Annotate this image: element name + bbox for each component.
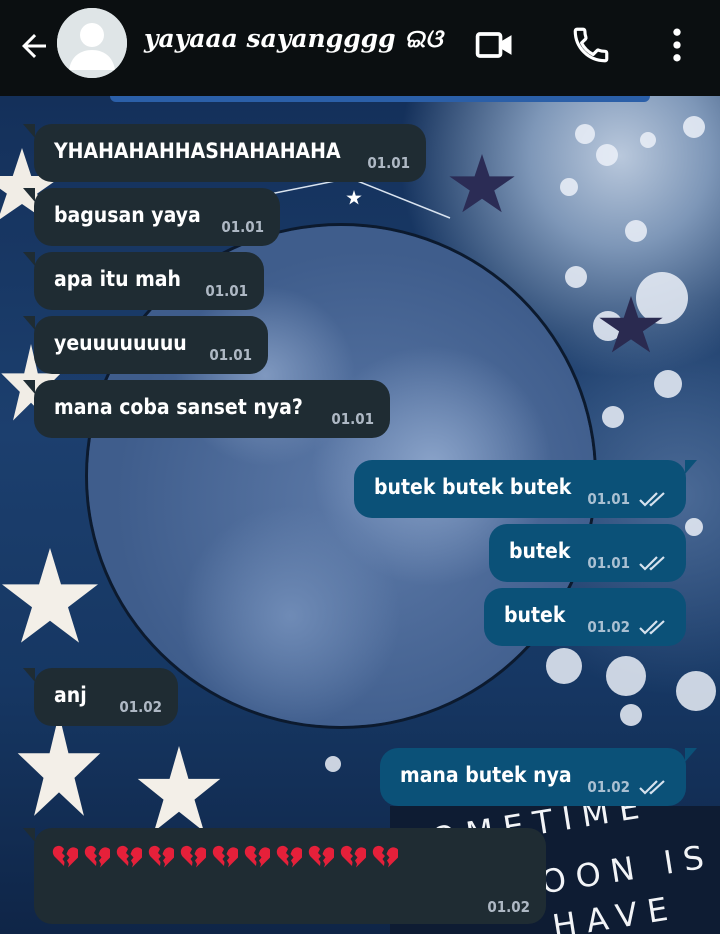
bokeh-dot [683,116,705,138]
bokeh-dot [636,272,688,324]
message-time: 01.01 [587,554,630,572]
broken-heart-icon [84,845,110,868]
bokeh-dot [546,648,582,684]
bokeh-dot [596,144,618,166]
broken-heart-icon [180,845,206,868]
emoji-message [52,844,404,868]
double-check-icon [639,492,665,507]
message-time: 01.01 [331,410,374,428]
message-time: 01.01 [205,282,248,300]
avatar[interactable] [57,8,127,78]
message-bubble-incoming[interactable]: yeuuuuuuuu 01.01 [23,316,268,374]
message-time: 01.01 [221,218,264,236]
bokeh-dot [602,406,624,428]
broken-heart-icon [340,845,366,868]
message-text: YHAHAHAHHASHAHAHAHA [54,139,341,163]
broken-heart-icon [116,845,142,868]
broken-heart-icon [244,845,270,868]
avatar-placeholder-icon [57,8,127,78]
message-text: butek [504,603,566,627]
more-options-button[interactable] [654,22,700,68]
broken-heart-icon [308,845,334,868]
back-arrow-icon [22,34,46,58]
broken-heart-icon [148,845,174,868]
message-bubble-outgoing[interactable]: butek 01.02 [484,588,686,646]
star-decoration [17,714,101,816]
message-time: 01.02 [119,698,162,716]
message-time: 01.01 [209,346,252,364]
message-bubble-outgoing[interactable]: butek butek butek 01.01 [354,460,697,518]
wallpaper-band [110,96,650,102]
broken-heart-icon [212,845,238,868]
message-bubble-outgoing[interactable]: mana butek nya 01.02 [380,748,697,806]
message-text: butek [509,539,571,563]
voice-call-button[interactable] [568,22,614,68]
broken-heart-icon [52,845,78,868]
double-check-icon [639,620,665,635]
message-time: 01.02 [587,618,630,636]
bokeh-dot [606,656,646,696]
broken-heart-icon [276,845,302,868]
bokeh-dot [565,266,587,288]
bokeh-dot [620,704,642,726]
message-time: 01.01 [587,490,630,508]
constellation-lines [270,177,451,219]
message-text: mana butek nya [400,763,572,787]
bokeh-dot [676,671,716,711]
message-text: mana coba sanset nya? [54,395,303,419]
message-text: yeuuuuuuuu [54,331,187,355]
bokeh-dot [325,756,341,772]
bokeh-dot [575,124,595,144]
message-text: anj [54,683,87,707]
video-call-button[interactable] [472,22,518,68]
bokeh-dot [625,220,647,242]
star-decoration [137,746,221,832]
message-time: 01.02 [487,898,530,916]
message-bubble-incoming[interactable]: anj 01.02 [23,668,178,726]
star-decoration [2,548,98,643]
message-text: bagusan yaya [54,203,201,227]
message-bubble-incoming[interactable]: mana coba sanset nya? 01.01 [23,380,390,438]
message-bubble-incoming[interactable]: bagusan yaya 01.01 [23,188,280,246]
message-bubble-incoming[interactable]: apa itu mah 01.01 [23,252,264,310]
voice-call-icon [573,27,609,63]
message-time: 01.02 [587,778,630,796]
message-bubble-incoming[interactable]: 01.02 [23,828,546,924]
message-text: butek butek butek [374,475,572,499]
chat-header: yayaaa sayangggg ଇଓ [0,0,720,96]
double-check-icon [639,780,665,795]
broken-heart-icon [372,845,398,868]
bokeh-dot [685,518,703,536]
more-options-icon [673,28,681,62]
back-button[interactable] [14,26,54,66]
sign-line: OON IS [538,836,717,902]
bokeh-dot [654,370,682,398]
video-call-icon [475,32,512,58]
message-text: apa itu mah [54,267,182,291]
message-bubble-outgoing[interactable]: butek 01.01 [489,524,686,582]
double-check-icon [639,556,665,571]
contact-name[interactable]: yayaaa sayangggg ଇଓ [144,24,442,54]
bokeh-dot [560,178,578,196]
message-time: 01.01 [367,154,410,172]
message-bubble-incoming[interactable]: YHAHAHAHHASHAHAHAHA 01.01 [23,124,426,182]
bokeh-dot [640,132,656,148]
